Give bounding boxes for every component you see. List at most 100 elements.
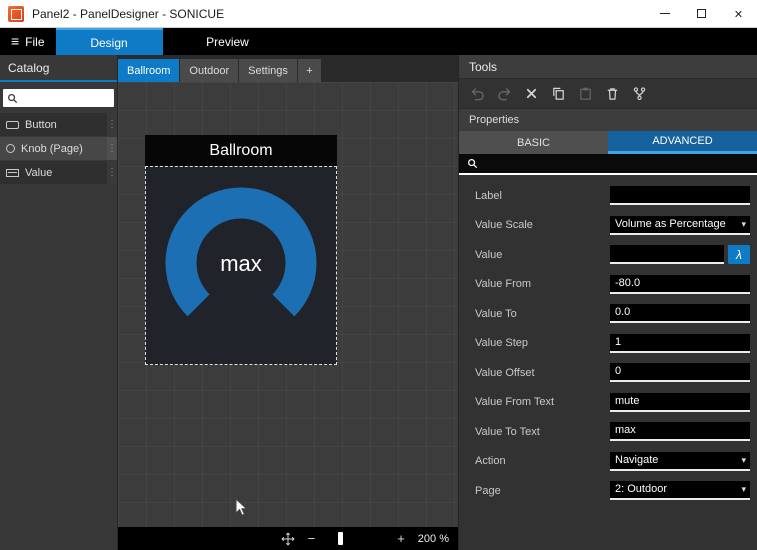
property-row-value-scale: Value Scale Volume as Percentage: [459, 211, 757, 241]
knob-widget[interactable]: Ballroom max: [145, 135, 337, 365]
window-controls: [646, 0, 757, 27]
value-to-input[interactable]: 0.0: [610, 304, 750, 324]
tools-toolbar: [459, 79, 757, 109]
property-label: Value: [475, 248, 503, 261]
copy-icon: [552, 87, 564, 100]
add-page-tab[interactable]: +: [297, 59, 321, 82]
maximize-icon: [697, 9, 706, 18]
hamburger-icon: [11, 34, 19, 49]
properties-title: Properties: [459, 109, 757, 131]
drag-handle-icon[interactable]: [107, 161, 117, 184]
button-icon: [6, 120, 19, 129]
tab-preview[interactable]: Preview: [163, 28, 293, 55]
value-from-text-input[interactable]: mute: [610, 392, 750, 412]
main-content: Catalog ButtonKnob (Page)Value BallroomO…: [0, 55, 757, 550]
paste-icon: [579, 87, 591, 100]
minimize-button[interactable]: [646, 0, 683, 27]
zoom-in-button[interactable]: +: [397, 532, 405, 545]
mouse-cursor: [235, 498, 248, 516]
catalog-item-button[interactable]: Button: [0, 113, 117, 136]
knob-control[interactable]: max: [145, 166, 337, 365]
value-input[interactable]: [610, 245, 724, 265]
catalog-title: Catalog: [0, 55, 117, 82]
search-icon: [8, 93, 18, 103]
branch-button[interactable]: [627, 82, 651, 106]
maximize-button[interactable]: [683, 0, 720, 27]
file-menu-button[interactable]: File: [0, 28, 56, 55]
app-window: Panel2 - PanelDesigner - SONICUE File De…: [0, 0, 757, 550]
property-row-value-from: Value From -80.0: [459, 270, 757, 300]
properties-tab-basic[interactable]: BASIC: [459, 131, 608, 154]
properties-search-input[interactable]: [459, 154, 757, 175]
properties-tabs: BASIC ADVANCED: [459, 131, 757, 154]
undo-button[interactable]: [465, 82, 489, 106]
property-label: Value To Text: [475, 425, 540, 438]
design-canvas[interactable]: Ballroom max: [118, 82, 458, 527]
lambda-button[interactable]: λ: [728, 245, 750, 265]
tab-design[interactable]: Design: [55, 28, 163, 55]
page-tab-settings[interactable]: Settings: [239, 59, 297, 82]
value-from-input[interactable]: -80.0: [610, 274, 750, 294]
catalog-panel: Catalog Button Knob (Page) Value: [0, 55, 118, 550]
properties-tab-advanced[interactable]: ADVANCED: [608, 131, 757, 154]
drag-handle-icon[interactable]: [107, 113, 117, 136]
catalog-search-input[interactable]: [3, 89, 114, 107]
property-row-value-from-text: Value From Text mute: [459, 388, 757, 418]
catalog-item-label: Value: [25, 166, 53, 179]
zoom-slider[interactable]: [328, 532, 384, 545]
paste-button[interactable]: [573, 82, 597, 106]
label-input[interactable]: [610, 186, 750, 206]
property-label: Value Step: [475, 337, 529, 350]
property-row-value: Value λ: [459, 240, 757, 270]
window-title: Panel2 - PanelDesigner - SONICUE: [32, 6, 225, 21]
app-icon: [8, 5, 24, 22]
page-tab-ballroom[interactable]: Ballroom: [118, 59, 180, 82]
catalog-item-knob-page[interactable]: Knob (Page): [0, 137, 117, 160]
minimize-icon: [659, 13, 670, 14]
move-tool-icon[interactable]: [281, 532, 295, 546]
menu-bar: File Design Preview: [0, 28, 757, 55]
value-scale-select[interactable]: Volume as Percentage: [610, 215, 750, 235]
zoom-slider-thumb[interactable]: [338, 532, 344, 545]
property-label: Value From Text: [475, 396, 555, 409]
delete-button[interactable]: [519, 82, 543, 106]
value-step-input[interactable]: 1: [610, 333, 750, 353]
branch-icon: [633, 87, 645, 100]
copy-button[interactable]: [546, 82, 570, 106]
page-tabs: Ballroom Outdoor Settings +: [118, 55, 458, 82]
tools-panel: Tools Properties BASIC ADVANCED Label Valu…: [458, 55, 757, 550]
property-label: Value From: [475, 278, 532, 291]
property-row-label: Label: [459, 181, 757, 211]
property-label: Label: [475, 189, 502, 202]
value-to-text-input[interactable]: max: [610, 422, 750, 442]
value-icon: [6, 168, 19, 177]
catalog-list: Button Knob (Page) Value: [0, 113, 117, 185]
close-icon: [734, 7, 743, 21]
page-select[interactable]: 2: Outdoor: [610, 481, 750, 501]
catalog-item-label: Button: [25, 118, 57, 131]
property-row-value-to: Value To 0.0: [459, 299, 757, 329]
close-button[interactable]: [720, 0, 757, 27]
properties-list: LabelValue ScaleVolume as PercentageValu…: [459, 175, 757, 550]
property-row-page: Page 2: Outdoor: [459, 476, 757, 506]
page-tab-outdoor[interactable]: Outdoor: [180, 59, 239, 82]
catalog-item-label: Knob (Page): [21, 142, 83, 155]
catalog-item-value[interactable]: Value: [0, 161, 117, 184]
trash-icon: [607, 88, 617, 100]
trash-button[interactable]: [600, 82, 624, 106]
widget-title: Ballroom: [145, 135, 337, 166]
canvas-area: Ballroom Outdoor Settings + Ballroom max −: [118, 55, 458, 550]
zoom-level: 200 %: [417, 532, 449, 545]
search-icon: [468, 159, 478, 169]
zoom-out-button[interactable]: −: [308, 532, 316, 545]
redo-icon: [497, 87, 511, 101]
property-label: Page: [475, 484, 501, 497]
property-label: Value Offset: [475, 366, 535, 379]
redo-button[interactable]: [492, 82, 516, 106]
zoom-bar: − + 200 %: [118, 527, 458, 550]
value-offset-input[interactable]: 0: [610, 363, 750, 383]
action-select[interactable]: Navigate: [610, 451, 750, 471]
property-label: Value To: [475, 307, 517, 320]
delete-icon: [526, 88, 536, 99]
drag-handle-icon[interactable]: [107, 137, 117, 160]
